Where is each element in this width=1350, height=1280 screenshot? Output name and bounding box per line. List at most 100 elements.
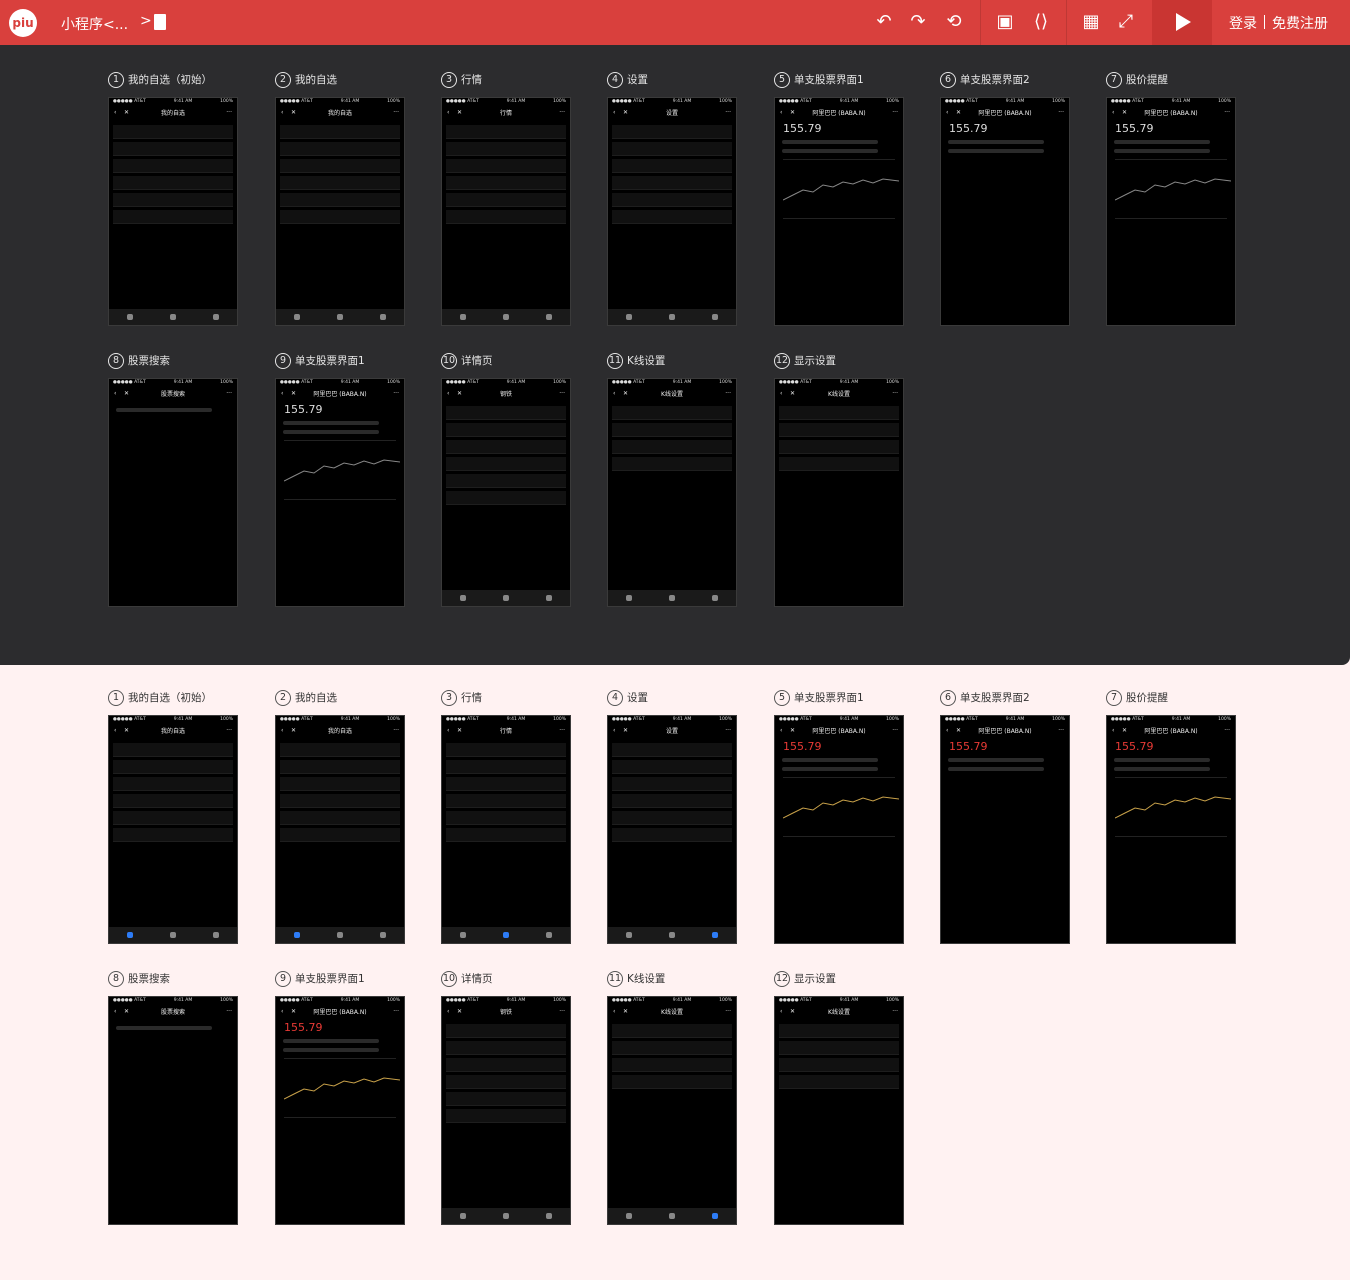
phone-mockup[interactable]: ●●●●● AT&T 9:41 AM 100% ‹ ✕ 我的自选 ··· bbox=[275, 97, 405, 326]
watchlist-tab-icon[interactable] bbox=[460, 932, 467, 938]
list-item[interactable] bbox=[612, 1041, 732, 1055]
market-tab-icon[interactable] bbox=[502, 1213, 509, 1219]
list-item[interactable] bbox=[446, 474, 566, 488]
list-item[interactable] bbox=[779, 457, 899, 471]
market-tab-icon[interactable] bbox=[502, 932, 509, 938]
more-icon[interactable]: ··· bbox=[226, 1008, 232, 1015]
save-icon[interactable]: ▣ bbox=[994, 11, 1016, 33]
list-item[interactable] bbox=[446, 828, 566, 842]
undo-icon[interactable]: ↶ bbox=[873, 11, 895, 33]
more-icon[interactable]: ··· bbox=[559, 109, 565, 116]
market-tab-icon[interactable] bbox=[336, 314, 343, 320]
list-item[interactable] bbox=[280, 811, 400, 825]
more-icon[interactable]: ··· bbox=[559, 727, 565, 734]
phone-mockup[interactable]: ●●●●● AT&T 9:41 AM 100% ‹ ✕ 行情 ··· bbox=[441, 715, 571, 944]
phone-mockup[interactable]: ●●●●● AT&T 9:41 AM 100% ‹ ✕ K线设置 ··· bbox=[607, 378, 737, 607]
more-icon[interactable]: ··· bbox=[393, 1008, 399, 1015]
more-icon[interactable]: ··· bbox=[226, 109, 232, 116]
watchlist-tab-icon[interactable] bbox=[294, 314, 301, 320]
phone-mockup[interactable]: ●●●●● AT&T 9:41 AM 100% ‹ ✕ 阿里巴巴 (BABA.N) ··· 1… bbox=[774, 715, 904, 944]
more-icon[interactable]: ··· bbox=[892, 727, 898, 734]
list-item[interactable] bbox=[446, 457, 566, 471]
list-item[interactable] bbox=[280, 142, 400, 156]
list-item[interactable] bbox=[612, 811, 732, 825]
list-item[interactable] bbox=[612, 406, 732, 420]
list-item[interactable] bbox=[280, 777, 400, 791]
list-item[interactable] bbox=[446, 142, 566, 156]
list-item[interactable] bbox=[612, 760, 732, 774]
watchlist-tab-icon[interactable] bbox=[460, 1213, 467, 1219]
more-icon[interactable]: ··· bbox=[725, 727, 731, 734]
fullscreen-icon[interactable]: ⤢ bbox=[1115, 11, 1137, 33]
phone-mockup[interactable]: ●●●●● AT&T 9:41 AM 100% ‹ ✕ 钢铁 ··· bbox=[441, 378, 571, 607]
settings-tab-icon[interactable] bbox=[711, 932, 718, 938]
list-item[interactable] bbox=[612, 794, 732, 808]
phone-mockup[interactable]: ●●●●● AT&T 9:41 AM 100% ‹ ✕ 钢铁 ··· bbox=[441, 996, 571, 1225]
more-icon[interactable]: ··· bbox=[393, 109, 399, 116]
watchlist-tab-icon[interactable] bbox=[294, 932, 301, 938]
market-tab-icon[interactable] bbox=[668, 932, 675, 938]
settings-tab-icon[interactable] bbox=[379, 314, 386, 320]
list-item[interactable] bbox=[446, 1075, 566, 1089]
list-item[interactable] bbox=[113, 210, 233, 224]
phone-mockup[interactable]: ●●●●● AT&T 9:41 AM 100% ‹ ✕ 我的自选 ··· bbox=[108, 97, 238, 326]
list-item[interactable] bbox=[113, 811, 233, 825]
list-item[interactable] bbox=[446, 1024, 566, 1038]
more-icon[interactable]: ··· bbox=[892, 1008, 898, 1015]
list-item[interactable] bbox=[280, 125, 400, 139]
list-item[interactable] bbox=[446, 193, 566, 207]
list-item[interactable] bbox=[779, 1024, 899, 1038]
stock-chart[interactable] bbox=[284, 1058, 400, 1118]
more-icon[interactable]: ··· bbox=[393, 390, 399, 397]
watchlist-tab-icon[interactable] bbox=[626, 595, 633, 601]
list-item[interactable] bbox=[612, 1058, 732, 1072]
more-icon[interactable]: ··· bbox=[226, 727, 232, 734]
list-item[interactable] bbox=[280, 828, 400, 842]
phone-mockup[interactable]: ●●●●● AT&T 9:41 AM 100% ‹ ✕ 设置 ··· bbox=[607, 97, 737, 326]
more-icon[interactable]: ··· bbox=[725, 1008, 731, 1015]
list-item[interactable] bbox=[779, 1041, 899, 1055]
watchlist-tab-icon[interactable] bbox=[127, 932, 134, 938]
phone-mockup[interactable]: ●●●●● AT&T 9:41 AM 100% ‹ ✕ 我的自选 ··· bbox=[108, 715, 238, 944]
list-item[interactable] bbox=[612, 159, 732, 173]
watchlist-tab-icon[interactable] bbox=[460, 595, 467, 601]
market-tab-icon[interactable] bbox=[668, 595, 675, 601]
login-link[interactable]: 登录 bbox=[1229, 13, 1257, 33]
phone-mockup[interactable]: ●●●●● AT&T 9:41 AM 100% ‹ ✕ 设置 ··· bbox=[607, 715, 737, 944]
list-item[interactable] bbox=[446, 743, 566, 757]
settings-tab-icon[interactable] bbox=[212, 314, 219, 320]
more-icon[interactable]: ··· bbox=[1058, 727, 1064, 734]
list-item[interactable] bbox=[446, 760, 566, 774]
watchlist-tab-icon[interactable] bbox=[626, 314, 633, 320]
phone-mockup[interactable]: ●●●●● AT&T 9:41 AM 100% ‹ ✕ K线设置 ··· bbox=[607, 996, 737, 1225]
search-input[interactable] bbox=[116, 408, 212, 412]
list-item[interactable] bbox=[280, 794, 400, 808]
market-tab-icon[interactable] bbox=[668, 1213, 675, 1219]
list-item[interactable] bbox=[612, 1075, 732, 1089]
list-item[interactable] bbox=[612, 125, 732, 139]
list-item[interactable] bbox=[779, 423, 899, 437]
phone-mockup[interactable]: ●●●●● AT&T 9:41 AM 100% ‹ ✕ 阿里巴巴 (BABA.N) ··· 1… bbox=[1106, 97, 1236, 326]
list-item[interactable] bbox=[280, 193, 400, 207]
list-item[interactable] bbox=[113, 193, 233, 207]
stock-chart[interactable] bbox=[1115, 777, 1231, 837]
list-item[interactable] bbox=[280, 760, 400, 774]
list-item[interactable] bbox=[446, 1058, 566, 1072]
phone-mockup[interactable]: ●●●●● AT&T 9:41 AM 100% ‹ ✕ 我的自选 ··· bbox=[275, 715, 405, 944]
chevron-right-icon[interactable]: > bbox=[140, 13, 152, 29]
more-icon[interactable]: ··· bbox=[725, 390, 731, 397]
list-item[interactable] bbox=[113, 142, 233, 156]
list-item[interactable] bbox=[446, 811, 566, 825]
phone-mockup[interactable]: ●●●●● AT&T 9:41 AM 100% ‹ ✕ 阿里巴巴 (BABA.N) ··· 1… bbox=[940, 715, 1070, 944]
market-tab-icon[interactable] bbox=[169, 932, 176, 938]
list-item[interactable] bbox=[612, 210, 732, 224]
list-item[interactable] bbox=[612, 457, 732, 471]
code-icon[interactable]: ⟨⟩ bbox=[1030, 11, 1052, 33]
list-item[interactable] bbox=[113, 125, 233, 139]
stock-chart[interactable] bbox=[1115, 159, 1231, 219]
more-icon[interactable]: ··· bbox=[559, 390, 565, 397]
phone-mockup[interactable]: ●●●●● AT&T 9:41 AM 100% ‹ ✕ 阿里巴巴 (BABA.N) ··· 1… bbox=[774, 97, 904, 326]
list-item[interactable] bbox=[113, 176, 233, 190]
market-tab-icon[interactable] bbox=[502, 595, 509, 601]
list-item[interactable] bbox=[612, 1024, 732, 1038]
